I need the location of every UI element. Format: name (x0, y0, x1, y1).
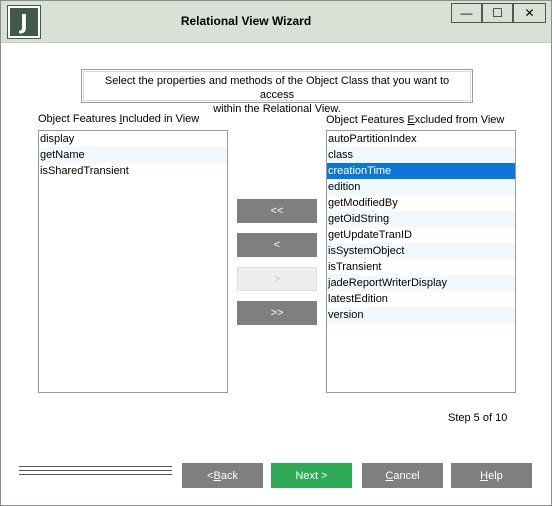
close-button[interactable]: ✕ (513, 3, 546, 23)
wizard-window: J Relational View Wizard — ☐ ✕ Select th… (0, 0, 552, 506)
instructions-line-1: Select the properties and methods of the… (104, 75, 450, 101)
list-item[interactable]: isTransient (327, 259, 515, 275)
included-features-list[interactable]: display getName isSharedTransient (38, 130, 228, 393)
list-item[interactable]: autoPartitionIndex (327, 131, 515, 147)
window-title: Relational View Wizard (180, 14, 312, 28)
step-indicator: Step 5 of 10 (448, 412, 508, 424)
included-list-label: Object Features Included in View (38, 113, 200, 125)
instructions-box: Select the properties and methods of the… (81, 69, 473, 115)
list-item[interactable]: class (327, 147, 515, 163)
list-item[interactable]: getName (39, 147, 227, 163)
instructions-text: Select the properties and methods of the… (82, 74, 472, 116)
minimize-icon: — (460, 6, 473, 20)
footer-separator (19, 466, 172, 482)
list-item[interactable]: isSystemObject (327, 243, 515, 259)
next-button[interactable]: Next > (271, 463, 352, 488)
excluded-features-list[interactable]: autoPartitionIndex class creationTime editi… (326, 130, 516, 393)
list-item[interactable]: getUpdateTranID (327, 227, 515, 243)
minimize-button[interactable]: — (451, 3, 482, 23)
maximize-button[interactable]: ☐ (482, 3, 513, 23)
add-button[interactable]: < (237, 233, 317, 257)
maximize-icon: ☐ (492, 6, 503, 20)
list-item[interactable]: creationTime (327, 163, 515, 179)
list-item[interactable]: getModifiedBy (327, 195, 515, 211)
add-all-button[interactable]: << (237, 199, 317, 223)
list-item[interactable]: version (327, 307, 515, 323)
back-button[interactable]: < Back (182, 463, 263, 488)
list-item[interactable]: isSharedTransient (39, 163, 227, 179)
remove-all-button[interactable]: >> (237, 301, 317, 325)
title-bar: J Relational View Wizard — ☐ ✕ (1, 1, 551, 43)
excluded-list-label: Object Features Excluded from View (326, 114, 505, 126)
list-item[interactable]: latestEdition (327, 291, 515, 307)
list-item[interactable]: jadeReportWriterDisplay (327, 275, 515, 291)
list-item[interactable]: getOidString (327, 211, 515, 227)
cancel-button[interactable]: Cancel (362, 463, 443, 488)
close-icon: ✕ (524, 6, 535, 20)
list-item[interactable]: edition (327, 179, 515, 195)
remove-button[interactable]: > (237, 267, 317, 291)
list-item[interactable]: display (39, 131, 227, 147)
help-button[interactable]: Help (451, 463, 532, 488)
